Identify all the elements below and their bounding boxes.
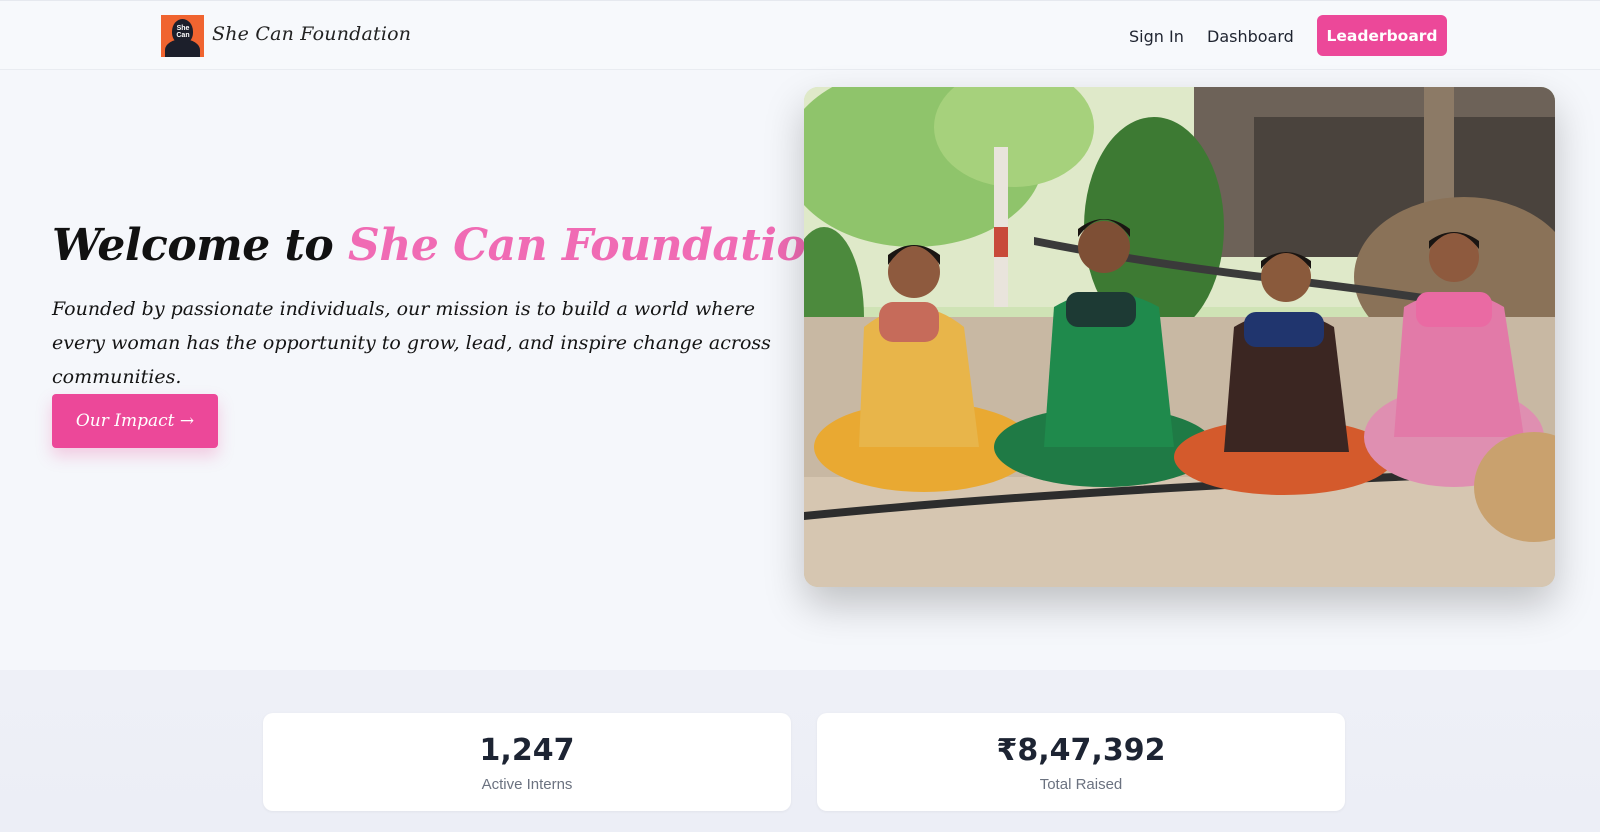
stat-card-total-raised: ₹8,47,392 Total Raised <box>817 713 1345 811</box>
hero-title-prefix: Welcome to <box>52 220 349 271</box>
leaderboard-button[interactable]: Leaderboard <box>1317 15 1447 56</box>
brand-name[interactable]: She Can Foundation <box>212 23 411 45</box>
our-impact-button[interactable]: Our Impact → <box>52 394 218 448</box>
hero-title-accent: She Can Foundation <box>348 220 837 271</box>
logo-text: She Can <box>176 25 190 39</box>
nav-dashboard-link[interactable]: Dashboard <box>1207 27 1294 46</box>
logo-icon[interactable]: She Can <box>161 15 204 57</box>
hero-description: Founded by passionate individuals, our m… <box>52 298 771 388</box>
top-navbar: She Can She Can Foundation Sign In Dashb… <box>0 0 1600 70</box>
logo-silhouette-body <box>165 39 200 57</box>
stats-section <box>0 670 1600 832</box>
stat-label: Total Raised <box>1039 776 1123 793</box>
hero-title: Welcome to She Can Foundation <box>52 220 837 271</box>
nav-sign-in-link[interactable]: Sign In <box>1129 27 1184 46</box>
stat-value: ₹8,47,392 <box>996 733 1166 768</box>
stat-value: 1,247 <box>479 733 575 768</box>
photo-illustration <box>804 87 1555 587</box>
stat-label: Active Interns <box>481 776 573 793</box>
hero-photo <box>804 87 1555 587</box>
stat-card-active-interns: 1,247 Active Interns <box>263 713 791 811</box>
